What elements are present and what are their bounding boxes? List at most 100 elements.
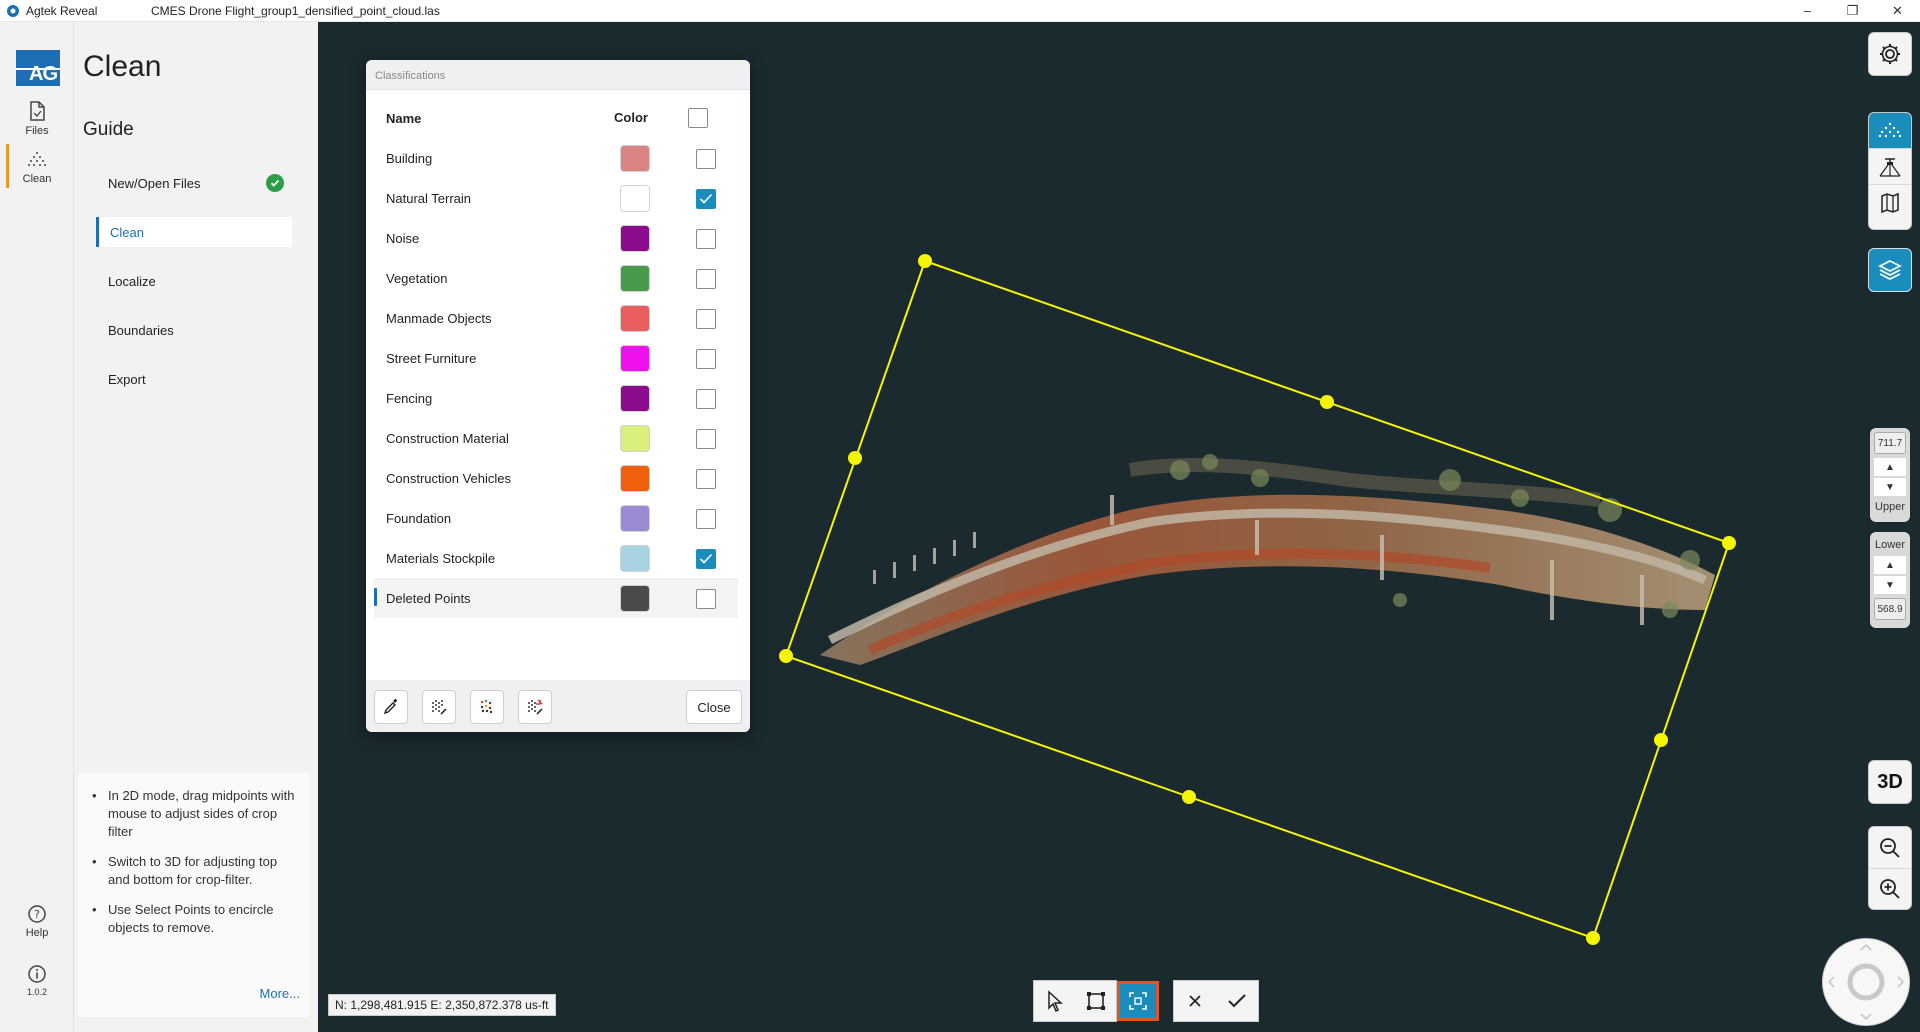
view-mode-toggle-button[interactable]: 3D xyxy=(1868,760,1912,804)
classification-row[interactable]: Foundation xyxy=(374,498,738,538)
rail-clean[interactable]: Clean xyxy=(0,150,74,185)
visibility-checkbox[interactable] xyxy=(696,149,716,169)
close-window-button[interactable]: ✕ xyxy=(1875,0,1920,22)
lower-elevation-value[interactable]: 568.9 xyxy=(1874,598,1906,620)
classification-name: Natural Terrain xyxy=(386,191,472,206)
classification-name: Construction Material xyxy=(386,431,509,446)
classification-name: Street Furniture xyxy=(386,351,477,366)
classification-row[interactable]: Materials Stockpile xyxy=(374,538,738,578)
visibility-checkbox[interactable] xyxy=(696,509,716,529)
classification-row[interactable]: Manmade Objects xyxy=(374,298,738,338)
classification-name: Fencing xyxy=(386,391,433,406)
map-view-button[interactable] xyxy=(1869,185,1911,221)
rail-files[interactable]: Files xyxy=(0,100,74,137)
more-link[interactable]: More... xyxy=(260,985,300,1003)
visibility-checkbox[interactable] xyxy=(696,349,716,369)
cursor-arrow-icon xyxy=(1047,990,1063,1012)
classification-row[interactable]: Vegetation xyxy=(374,258,738,298)
select-points-button[interactable] xyxy=(422,690,456,724)
color-swatch[interactable] xyxy=(620,545,650,572)
help-icon: ? xyxy=(28,905,46,923)
classification-row[interactable]: Construction Material xyxy=(374,418,738,458)
step-localize[interactable]: Localize xyxy=(96,266,292,296)
minimize-button[interactable]: – xyxy=(1785,0,1830,22)
eyedropper-button[interactable] xyxy=(374,690,408,724)
color-swatch[interactable] xyxy=(620,505,650,532)
select-all-checkbox[interactable] xyxy=(688,108,708,128)
upper-up-button[interactable]: ▲ xyxy=(1874,458,1906,476)
classification-row[interactable]: Fencing xyxy=(374,378,738,418)
upper-down-button[interactable]: ▼ xyxy=(1874,478,1906,496)
layers-button[interactable] xyxy=(1868,248,1912,292)
point-cloud-icon xyxy=(1878,122,1902,137)
color-swatch[interactable] xyxy=(620,585,650,612)
visibility-checkbox[interactable] xyxy=(696,269,716,289)
checkmark-icon xyxy=(1228,994,1246,1008)
zoom-out-icon xyxy=(1880,837,1900,858)
classification-row[interactable]: Noise xyxy=(374,218,738,258)
view-mode-group xyxy=(1868,112,1912,230)
reclassify-points-button[interactable] xyxy=(518,690,552,724)
cancel-button[interactable] xyxy=(1174,981,1216,1021)
selection-tools xyxy=(1033,980,1117,1022)
upper-label: Upper xyxy=(1875,501,1905,513)
step-boundaries[interactable]: Boundaries xyxy=(96,315,292,345)
upper-elevation-value[interactable]: 711.7 xyxy=(1874,432,1906,454)
close-dialog-button[interactable]: Close xyxy=(686,690,742,724)
visibility-checkbox[interactable] xyxy=(696,309,716,329)
drone-view-button[interactable] xyxy=(1869,149,1911,185)
rail-clean-label: Clean xyxy=(22,173,52,185)
classification-name: Foundation xyxy=(386,511,452,526)
crop-box-button[interactable] xyxy=(1075,981,1116,1021)
checkmark-icon xyxy=(699,553,713,564)
step-label: Clean xyxy=(110,224,144,240)
guide-title: Guide xyxy=(83,119,134,140)
point-cloud-view-button[interactable] xyxy=(1869,113,1911,149)
crop-corner-handle xyxy=(779,649,793,663)
color-swatch[interactable] xyxy=(620,425,650,452)
visibility-checkbox[interactable] xyxy=(696,389,716,409)
classification-row[interactable]: Street Furniture xyxy=(374,338,738,378)
color-swatch[interactable] xyxy=(620,225,650,252)
color-swatch[interactable] xyxy=(620,265,650,292)
visibility-checkbox[interactable] xyxy=(696,189,716,209)
visibility-checkbox[interactable] xyxy=(696,229,716,249)
visibility-checkbox[interactable] xyxy=(696,549,716,569)
color-swatch[interactable] xyxy=(620,145,650,172)
select-pointer-button[interactable] xyxy=(1034,981,1075,1021)
lower-down-button[interactable]: ▼ xyxy=(1874,576,1906,594)
classification-row[interactable]: Deleted Points xyxy=(374,578,738,618)
classification-name: Noise xyxy=(386,231,420,246)
color-swatch[interactable] xyxy=(620,465,650,492)
lower-up-button[interactable]: ▲ xyxy=(1874,556,1906,574)
color-swatch[interactable] xyxy=(620,305,650,332)
step-label: Boundaries xyxy=(108,322,174,338)
title-bar: Agtek Reveal CMES Drone Flight_group1_de… xyxy=(0,0,1920,22)
x-icon xyxy=(1189,995,1201,1007)
apply-button[interactable] xyxy=(1216,981,1258,1021)
visibility-checkbox[interactable] xyxy=(696,429,716,449)
step-clean[interactable]: Clean xyxy=(96,217,292,247)
zoom-out-button[interactable] xyxy=(1869,827,1911,869)
classification-row[interactable]: Building xyxy=(374,138,738,178)
step-export[interactable]: Export xyxy=(96,364,292,394)
visibility-checkbox[interactable] xyxy=(696,589,716,609)
color-swatch[interactable] xyxy=(620,185,650,212)
classification-row[interactable]: Natural Terrain xyxy=(374,178,738,218)
rail-about[interactable]: 1.0.2 xyxy=(0,964,74,997)
navigation-joystick[interactable] xyxy=(1822,938,1910,1026)
classification-row[interactable]: Construction Vehicles xyxy=(374,458,738,498)
step-new-open-files[interactable]: New/Open Files xyxy=(96,168,292,198)
visibility-checkbox[interactable] xyxy=(696,469,716,489)
color-swatch[interactable] xyxy=(620,385,650,412)
rail-help[interactable]: ? Help xyxy=(0,904,74,939)
classification-name: Construction Vehicles xyxy=(386,471,512,486)
crop-filter-active-button[interactable] xyxy=(1117,981,1159,1021)
col-name-header: Name xyxy=(386,111,422,126)
settings-button[interactable] xyxy=(1868,32,1912,76)
classification-name: Manmade Objects xyxy=(386,311,492,326)
color-swatch[interactable] xyxy=(620,345,650,372)
zoom-in-button[interactable] xyxy=(1869,869,1911,909)
restore-button[interactable]: ❐ xyxy=(1830,0,1875,22)
colorize-points-button[interactable] xyxy=(470,690,504,724)
